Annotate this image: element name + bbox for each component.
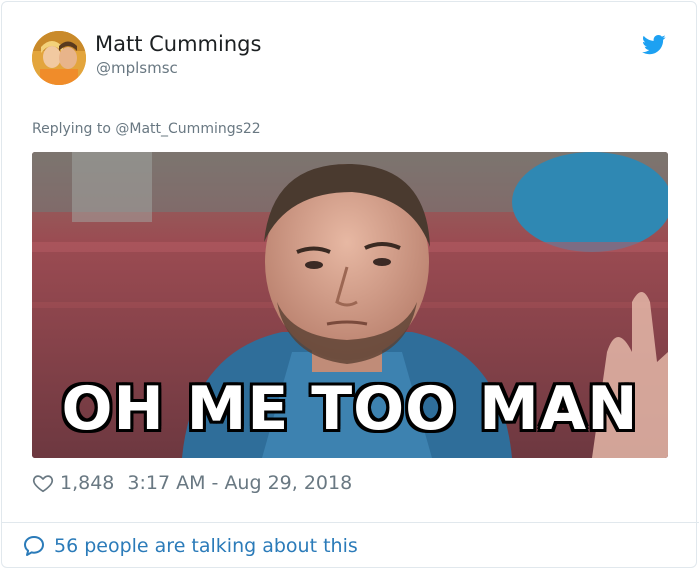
- speech-bubble-icon: [24, 536, 44, 556]
- reply-mention-link[interactable]: @Matt_Cummings22: [115, 121, 260, 137]
- tweet-media-gif[interactable]: OH ME TOO MAN: [32, 152, 668, 458]
- talking-about-label: 56 people are talking about this: [54, 535, 358, 557]
- gif-caption: OH ME TOO MAN: [61, 374, 639, 444]
- author-display-name[interactable]: Matt Cummings: [95, 30, 261, 58]
- talking-about-link[interactable]: 56 people are talking about this: [22, 532, 358, 560]
- twitter-bird-icon[interactable]: [642, 34, 666, 56]
- tweet-meta: 1,848 3:17 AM - Aug 29, 2018: [32, 469, 352, 497]
- avatar-photo: [32, 31, 86, 85]
- avatar[interactable]: [32, 31, 86, 85]
- like-count[interactable]: 1,848: [60, 472, 114, 494]
- tweet-timestamp[interactable]: 3:17 AM - Aug 29, 2018: [127, 472, 352, 494]
- replying-to: Replying to @Matt_Cummings22: [32, 119, 261, 139]
- author-handle[interactable]: @mplsmsc: [96, 58, 178, 78]
- heart-icon[interactable]: [32, 472, 54, 494]
- replying-to-prefix: Replying to: [32, 121, 116, 137]
- footer-divider: [1, 522, 699, 523]
